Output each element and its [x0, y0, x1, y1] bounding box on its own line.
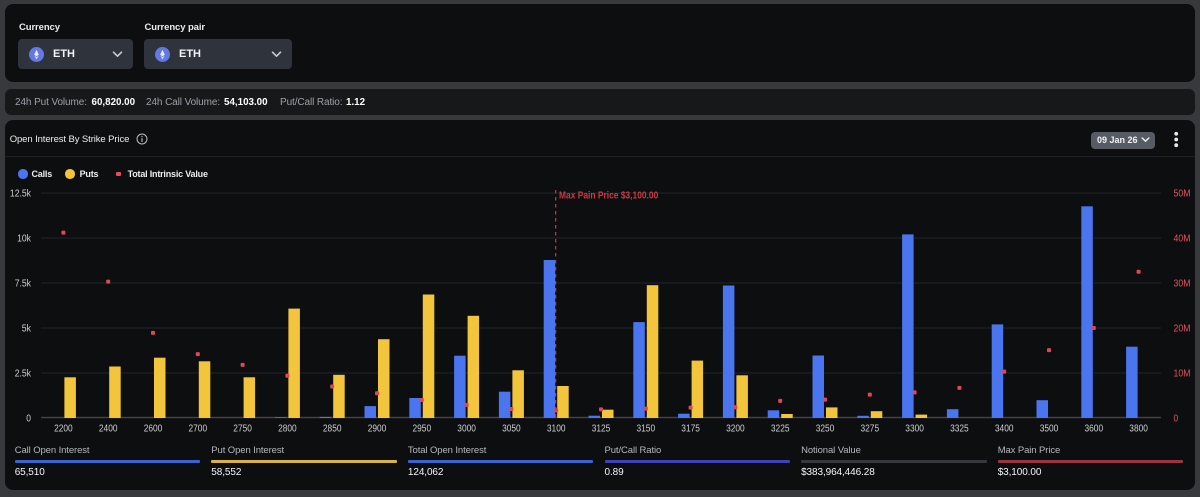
svg-text:50M: 50M	[1174, 188, 1191, 199]
svg-text:3800: 3800	[1129, 424, 1148, 435]
svg-text:2750: 2750	[233, 424, 252, 435]
svg-text:Max Pain Price $3,100.00: Max Pain Price $3,100.00	[559, 191, 659, 202]
svg-text:3125: 3125	[592, 424, 611, 435]
svg-text:3250: 3250	[816, 424, 835, 435]
svg-text:3050: 3050	[502, 424, 521, 435]
svg-text:3225: 3225	[771, 424, 790, 435]
svg-text:2600: 2600	[144, 424, 163, 435]
svg-text:2400: 2400	[99, 424, 118, 435]
svg-text:3150: 3150	[637, 424, 656, 435]
svg-text:2700: 2700	[189, 424, 208, 435]
svg-text:3000: 3000	[457, 424, 476, 435]
svg-text:3200: 3200	[726, 424, 745, 435]
svg-text:2800: 2800	[278, 424, 297, 435]
svg-text:10M: 10M	[1174, 368, 1191, 379]
svg-text:5k: 5k	[22, 323, 31, 334]
svg-text:3175: 3175	[681, 424, 700, 435]
svg-text:0: 0	[1174, 413, 1179, 424]
svg-text:3275: 3275	[861, 424, 880, 435]
svg-text:3500: 3500	[1040, 424, 1059, 435]
svg-text:3600: 3600	[1085, 424, 1104, 435]
svg-text:3325: 3325	[950, 424, 969, 435]
svg-text:30M: 30M	[1174, 278, 1191, 289]
svg-text:2900: 2900	[368, 424, 387, 435]
svg-text:40M: 40M	[1174, 233, 1191, 244]
svg-text:2850: 2850	[323, 424, 342, 435]
svg-text:20M: 20M	[1174, 323, 1191, 334]
svg-text:12.5k: 12.5k	[10, 188, 31, 199]
svg-text:2.5k: 2.5k	[15, 368, 31, 379]
svg-text:2950: 2950	[413, 424, 432, 435]
svg-text:7.5k: 7.5k	[15, 278, 31, 289]
svg-text:3400: 3400	[995, 424, 1014, 435]
svg-text:3100: 3100	[547, 424, 566, 435]
svg-text:0: 0	[26, 413, 31, 424]
svg-text:10k: 10k	[17, 233, 31, 244]
svg-text:3300: 3300	[905, 424, 924, 435]
svg-text:2200: 2200	[54, 424, 73, 435]
